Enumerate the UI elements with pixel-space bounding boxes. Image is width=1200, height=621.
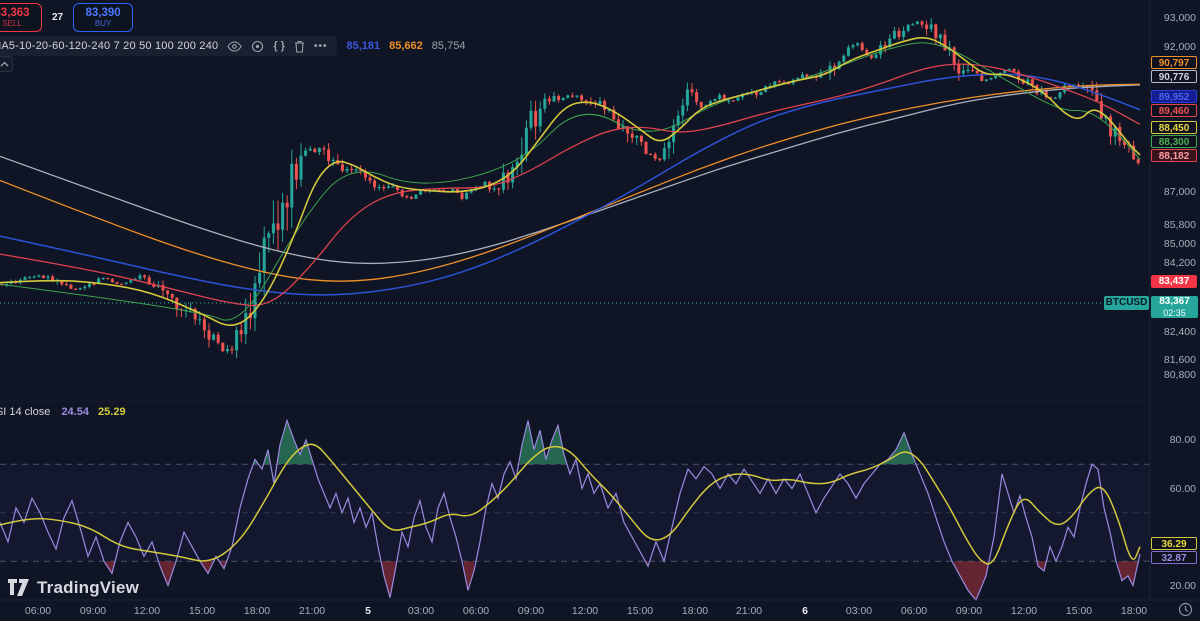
ma-value-orange: 85,662 [389, 40, 423, 52]
rsi-legend[interactable]: RSI 14 close 24.54 25.29 [0, 406, 126, 418]
braces-icon[interactable]: { } [273, 39, 285, 53]
time-tick: 18:00 [243, 605, 271, 617]
spread-value: 27 [52, 12, 64, 23]
time-tick: 12:00 [1010, 605, 1038, 617]
time-tick: 21:00 [735, 605, 763, 617]
time-tick: 12:00 [571, 605, 599, 617]
clock-icon[interactable] [1178, 602, 1193, 617]
time-tick: 15:00 [1065, 605, 1093, 617]
price-tick: 87,000 [1163, 186, 1196, 198]
chevron-up-icon [0, 61, 9, 67]
buy-price: 83,390 [85, 7, 121, 19]
buy-button[interactable]: 83,390 BUY [73, 3, 134, 32]
time-tick: 21:00 [298, 605, 326, 617]
price-line-badge: 90,797 [1151, 55, 1197, 69]
price-tick: 84,200 [1163, 257, 1196, 269]
ma-gray [0, 84, 1141, 265]
price-tick: 80,800 [1163, 369, 1196, 381]
sell-price: 83,363 [0, 7, 30, 19]
time-tick: 09:00 [79, 605, 107, 617]
more-icon[interactable]: ••• [314, 39, 328, 53]
time-tick: 12:00 [133, 605, 161, 617]
time-tick: 06:00 [900, 605, 928, 617]
rsi-tick: 80.00 [1169, 434, 1196, 446]
price-tick: 81,600 [1163, 354, 1196, 366]
chart-window: 83,363 SELL 27 83,390 BUY MA5-10-20-60-1… [0, 0, 1200, 621]
time-tick: 06:00 [462, 605, 490, 617]
collapse-legend-button[interactable] [0, 56, 13, 72]
price-line-badge: 88,450 [1151, 120, 1197, 134]
time-tick: 09:00 [955, 605, 983, 617]
eye-icon[interactable] [227, 39, 242, 53]
price-tick: 85,000 [1163, 238, 1196, 250]
ma-green [0, 42, 1141, 321]
price-line-badge: 89,952 [1151, 89, 1197, 103]
ma-red [0, 63, 1141, 306]
trade-widget: 83,363 SELL 27 83,390 BUY [0, 3, 134, 32]
price-tick: 92,000 [1163, 41, 1196, 53]
ma-orange [0, 83, 1141, 282]
current-price-badge: 83,367 02:35 [1151, 296, 1198, 318]
ma-yellow [0, 37, 1141, 326]
time-tick: 03:00 [407, 605, 435, 617]
ma-blue [0, 73, 1141, 296]
buy-label: BUY [94, 19, 112, 28]
price-tick: 93,000 [1163, 12, 1196, 24]
price-line-badge: 88,300 [1151, 134, 1197, 148]
rsi-ma-value: 25.29 [98, 406, 126, 418]
price-line-badge: 90,776 [1151, 69, 1197, 83]
price-alert-badge: 83,437 [1151, 274, 1197, 288]
rsi-value: 24.54 [61, 406, 89, 418]
price-tick: 85,800 [1163, 219, 1196, 231]
time-tick: 5 [365, 605, 371, 617]
time-tick: 09:00 [517, 605, 545, 617]
ma-value-gray: 85,754 [431, 40, 466, 52]
time-tick: 18:00 [1120, 605, 1148, 617]
time-tick: 6 [802, 605, 808, 617]
indicator-legend-pill[interactable]: MA5-10-20-60-120-240 7 20 50 100 200 240… [0, 36, 338, 56]
price-line-badge: 88,182 [1151, 148, 1197, 162]
rsi-value-badge: 32.87 [1151, 550, 1197, 564]
sell-label: SELL [2, 19, 22, 28]
ma-value-blue: 85,181 [346, 40, 381, 52]
time-tick: 18:00 [681, 605, 709, 617]
symbol-price-label: BTCUSD [1104, 296, 1149, 310]
rsi-title: RSI 14 close [0, 406, 51, 418]
sell-button[interactable]: 83,363 SELL [0, 3, 42, 32]
price-line-badge: 89,460 [1151, 103, 1197, 117]
trash-icon[interactable] [294, 39, 305, 53]
tradingview-logo-icon [8, 579, 29, 596]
tradingview-logo[interactable]: TradingView [8, 578, 139, 598]
time-tick: 15:00 [626, 605, 654, 617]
chart-surface[interactable] [0, 0, 1200, 621]
rsi-tick: 60.00 [1169, 482, 1196, 495]
price-tick: 82,400 [1163, 326, 1196, 338]
indicator-title: MA5-10-20-60-120-240 7 20 50 100 200 240 [0, 40, 219, 52]
tradingview-logo-text: TradingView [37, 578, 140, 597]
rsi-tick: 20.00 [1169, 579, 1196, 592]
time-tick: 03:00 [845, 605, 873, 617]
indicator-toolbar: MA5-10-20-60-120-240 7 20 50 100 200 240… [0, 36, 465, 56]
current-price-value: 83,367 [1159, 296, 1190, 307]
rsi-value-badge: 36.29 [1151, 536, 1197, 550]
source-icon[interactable] [251, 39, 264, 53]
time-tick: 15:00 [188, 605, 216, 617]
time-tick: 06:00 [24, 605, 52, 617]
bar-countdown: 02:35 [1163, 308, 1186, 318]
